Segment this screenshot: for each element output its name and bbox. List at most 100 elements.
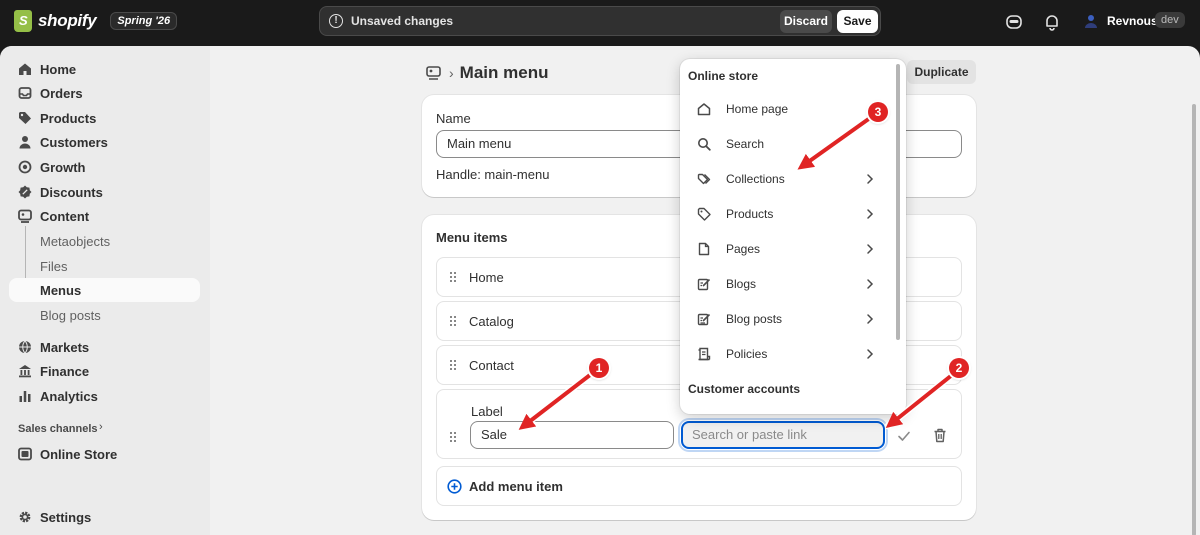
sidebar-item-finance[interactable]: Finance: [9, 359, 200, 383]
sidebar-item-settings[interactable]: Settings: [9, 505, 200, 529]
checkmark-icon[interactable]: [897, 429, 911, 443]
blog-post-icon: [697, 313, 711, 326]
bank-icon: [19, 365, 31, 378]
discount-icon: [18, 185, 32, 199]
sidebar-item-label: Metaobjects: [40, 234, 111, 249]
chevron-right-icon[interactable]: ›: [99, 421, 103, 433]
sidebar-item-blog-posts[interactable]: Blog posts: [9, 303, 200, 327]
sidebar: Home Orders Products Customers Growth Di…: [0, 46, 210, 535]
menu-item-label: Home: [469, 270, 504, 285]
add-menu-item-label: Add menu item: [469, 479, 563, 494]
sidebar-item-discounts[interactable]: Discounts: [9, 180, 200, 204]
unsaved-text: Unsaved changes: [351, 14, 454, 28]
label-input[interactable]: Sale: [470, 421, 674, 449]
avatar[interactable]: [1083, 13, 1099, 29]
chevron-right-icon: [867, 279, 874, 289]
page-title: Main menu: [459, 63, 549, 82]
chevron-right-icon: [867, 349, 874, 359]
add-menu-item-button[interactable]: Add menu item: [436, 466, 962, 506]
sidebar-item-label: Discounts: [40, 185, 103, 200]
sidebar-item-label: Orders: [40, 86, 83, 101]
dropdown-item-label: Policies: [726, 347, 768, 361]
link-search-input[interactable]: Search or paste link: [681, 421, 885, 449]
environment-badge: dev: [1155, 12, 1185, 28]
globe-icon: [19, 340, 31, 354]
search-icon: [698, 138, 711, 151]
menu-item-label: Contact: [469, 358, 514, 373]
sidebar-item-growth[interactable]: Growth: [9, 155, 200, 179]
sidebar-item-label: Products: [40, 111, 97, 126]
brand-name: shopify: [38, 11, 97, 30]
trash-icon[interactable]: [933, 428, 947, 443]
page-icon: [698, 242, 710, 256]
gear-icon: [19, 511, 31, 523]
tag-icon: [19, 112, 31, 124]
growth-icon: [18, 160, 32, 174]
sidekick-icon[interactable]: [1005, 13, 1023, 31]
label-heading: Label: [471, 404, 503, 419]
customer-accounts-heading: Customer accounts: [688, 382, 801, 396]
dropdown-item-policies[interactable]: Policies: [688, 338, 888, 370]
shopify-bag-icon: [14, 10, 32, 32]
app-frame: Home Orders Products Customers Growth Di…: [0, 46, 1200, 535]
dropdown-item-label: Blogs: [726, 277, 757, 291]
name-label: Name: [436, 111, 471, 126]
sidebar-item-content[interactable]: Content: [9, 204, 200, 228]
dropdown-item-search[interactable]: Search: [688, 128, 888, 160]
sidebar-item-metaobjects[interactable]: Metaobjects: [9, 229, 200, 253]
annotation-marker-3: 3: [868, 102, 888, 122]
sidebar-item-label: Customers: [40, 135, 108, 150]
dropdown-item-blogs[interactable]: Blogs: [688, 268, 888, 300]
sidebar-item-label: Growth: [40, 160, 86, 175]
content-icon[interactable]: [426, 66, 441, 80]
page-scrollbar[interactable]: [1192, 104, 1196, 535]
blog-icon: [697, 278, 711, 291]
bell-icon[interactable]: [1043, 13, 1061, 31]
dropdown-item-blog-posts[interactable]: Blog posts: [688, 303, 888, 335]
dropdown-item-label: Blog posts: [726, 312, 783, 326]
sidebar-item-online-store[interactable]: Online Store: [9, 442, 200, 466]
policy-icon: [698, 347, 711, 361]
home-icon: [19, 63, 31, 75]
sidebar-item-customers[interactable]: Customers: [9, 130, 200, 154]
sidebar-item-markets[interactable]: Markets: [9, 335, 200, 359]
sidebar-item-products[interactable]: Products: [9, 106, 200, 130]
home-icon: [697, 103, 711, 116]
edition-badge: Spring '26: [110, 12, 178, 30]
sidebar-item-label: Home: [40, 62, 77, 77]
chevron-right-icon: [867, 244, 874, 254]
drag-handle-icon[interactable]: [449, 314, 457, 328]
sidebar-item-label: Files: [40, 259, 68, 274]
sales-channels-heading[interactable]: Sales channels: [18, 423, 98, 435]
chevron-right-icon: [867, 209, 874, 219]
dropdown-item-collections[interactable]: Collections: [688, 163, 888, 195]
dropdown-item-pages[interactable]: Pages: [688, 233, 888, 265]
shopify-logo[interactable]: shopify Spring '26: [14, 10, 178, 32]
drag-handle-icon[interactable]: [449, 270, 457, 284]
save-button[interactable]: Save: [837, 10, 878, 33]
drag-handle-icon[interactable]: [449, 430, 457, 444]
user-name[interactable]: Revnous: [1107, 14, 1158, 28]
annotation-marker-2: 2: [949, 358, 969, 378]
duplicate-button[interactable]: Duplicate: [907, 60, 976, 84]
dropdown-item-label: Collections: [726, 172, 785, 186]
discard-button[interactable]: Discard: [780, 10, 832, 33]
sidebar-item-files[interactable]: Files: [9, 254, 200, 278]
dropdown-item-label: Products: [726, 207, 774, 221]
sidebar-item-menus[interactable]: Menus: [9, 278, 200, 302]
drag-handle-icon[interactable]: [449, 358, 457, 372]
sidebar-item-label: Analytics: [40, 389, 98, 404]
sidebar-item-home[interactable]: Home: [9, 57, 200, 81]
dropdown-item-label: Search: [726, 137, 765, 151]
alert-circle-icon: !: [329, 14, 343, 28]
dropdown-item-label: Home page: [726, 102, 789, 116]
content-icon: [18, 209, 32, 223]
sidebar-item-orders[interactable]: Orders: [9, 81, 200, 105]
sidebar-item-analytics[interactable]: Analytics: [9, 384, 200, 408]
dropdown-item-products[interactable]: Products: [688, 198, 888, 230]
breadcrumb-separator: ›: [449, 65, 454, 81]
dropdown-item-label: Pages: [726, 242, 761, 256]
online-store-heading: Online store: [688, 69, 759, 83]
dropdown-scrollbar[interactable]: [896, 64, 900, 340]
dropdown-item-home-page[interactable]: Home page: [688, 93, 888, 125]
